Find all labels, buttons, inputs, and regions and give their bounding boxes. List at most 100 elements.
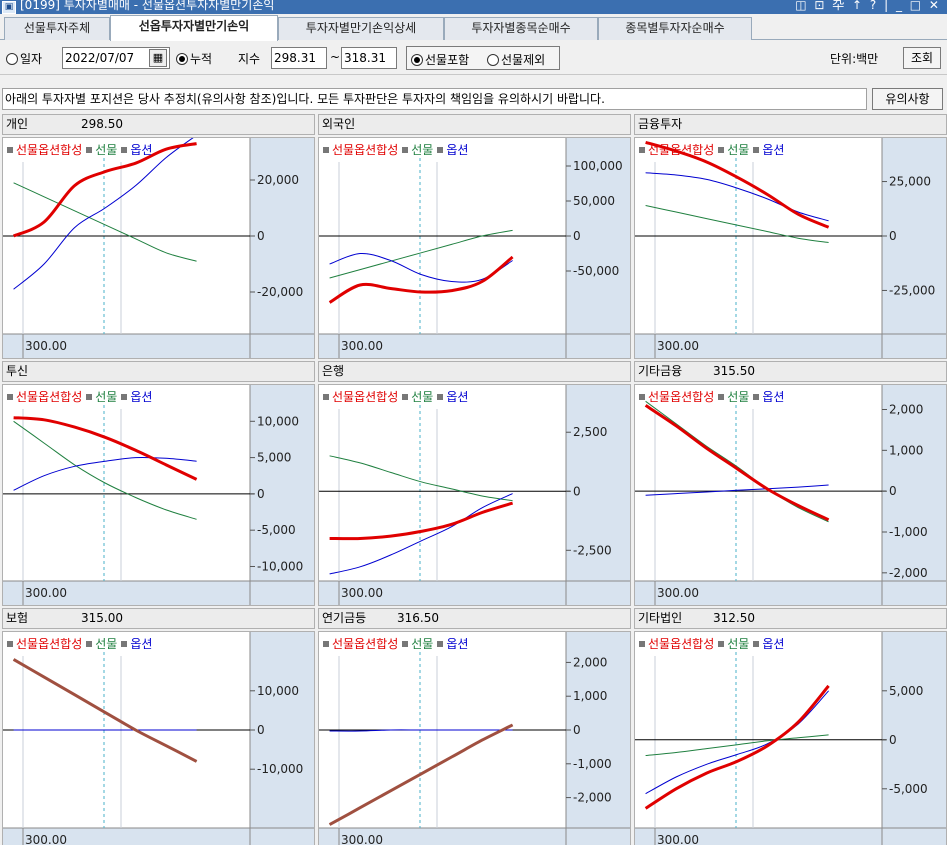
tab-futures-investor[interactable]: 선물투자주체 — [4, 17, 110, 40]
legend-options: 옵션 — [446, 143, 469, 157]
y-axis-area — [250, 632, 314, 845]
investor-panel: 외국인 100,000 50,000 0 -50,000 300.00 선물옵션합성 선물 옵션 — [318, 114, 631, 359]
chart-legend: 선물옵션합성 선물 옵션 — [639, 635, 784, 652]
legend-sum: 선물옵션합성 — [16, 637, 83, 651]
tab-stock-investor-net-buy[interactable]: 종목별투자자순매수 — [598, 17, 752, 40]
y-tick-label: -2,500 — [573, 543, 612, 557]
radio-date[interactable]: 일자 — [6, 50, 42, 67]
panel-header: 은행 — [318, 361, 631, 382]
chart-legend: 선물옵션합성 선물 옵션 — [7, 635, 152, 652]
index-label: 지수 — [238, 52, 261, 66]
legend-futures: 선물 — [411, 637, 434, 651]
investor-name: 개인 — [6, 117, 29, 131]
payoff-chart: 2,000 1,000 0 -1,000 -2,000 300.00 — [635, 385, 946, 605]
x-tick-label: 300.00 — [25, 586, 67, 600]
legend-square-icon — [7, 641, 13, 647]
x-tick-label: 300.00 — [657, 586, 699, 600]
x-tick-label: 300.00 — [341, 339, 383, 353]
tab-investor-stock-net-buy[interactable]: 투자자별종목순매수 — [444, 17, 598, 40]
legend-futures: 선물 — [411, 143, 434, 157]
panel-header: 개인 298.50 — [2, 114, 315, 135]
panel-header: 외국인 — [318, 114, 631, 135]
y-tick-label: -20,000 — [257, 285, 303, 299]
series-options-line — [645, 690, 829, 795]
investor-name: 보험 — [6, 611, 29, 625]
investor-panel: 기타법인 312.50 5,000 0 -5,000 300.00 선물옵션합성 선물 옵션 — [634, 608, 947, 845]
unit-label: 단위:백만 — [830, 52, 879, 66]
radio-include-futures[interactable]: 선물포함 — [411, 51, 469, 68]
y-tick-label: 0 — [889, 229, 897, 243]
series-options-line — [13, 456, 197, 491]
payoff-chart: 2,000 1,000 0 -1,000 -2,000 300.00 — [319, 632, 630, 845]
investor-panel: 연기금등 316.50 2,000 1,000 0 -1,000 -2,000 300.00 선… — [318, 608, 631, 845]
notice-text: 아래의 투자자별 포지션은 당사 추정치(유의사항 참조)입니다. 모든 투자판… — [2, 88, 867, 110]
window-titlebar: ▣ [0199] 투자자별매매 - 선물옵션투자자별만기손익 ◫ ⊡ 卆 ↑ ?… — [0, 0, 947, 14]
radio-exclude-circle[interactable] — [487, 54, 499, 66]
legend-square-icon — [718, 147, 725, 153]
panel-header: 금융투자 — [634, 114, 947, 135]
legend-options: 옵션 — [446, 637, 469, 651]
y-tick-label: 1,000 — [573, 689, 607, 703]
y-tick-label: 2,000 — [573, 655, 607, 669]
legend-futures: 선물 — [411, 390, 434, 404]
legend-square-icon — [121, 147, 128, 153]
y-tick-label: 5,000 — [889, 684, 923, 698]
legend-square-icon — [402, 147, 409, 153]
chart-body: 25,000 0 -25,000 300.00 선물옵션합성 선물 옵션 — [634, 137, 947, 359]
y-tick-label: -10,000 — [257, 762, 303, 776]
radio-include-circle[interactable] — [411, 54, 423, 66]
panel-header: 보험 315.00 — [2, 608, 315, 629]
y-tick-label: -2,000 — [889, 566, 928, 580]
legend-futures: 선물 — [95, 143, 118, 157]
legend-square-icon — [718, 641, 725, 647]
panel-header: 투신 — [2, 361, 315, 382]
investor-panel: 개인 298.50 20,000 0 -20,000 300.00 선물옵션합성 선물 옵션 — [2, 114, 315, 359]
chart-legend: 선물옵션합성 선물 옵션 — [7, 388, 152, 405]
chart-body: 10,000 0 -10,000 300.00 선물옵션합성 선물 옵션 — [2, 631, 315, 845]
investor-name: 금융투자 — [638, 117, 683, 131]
y-tick-label: 20,000 — [257, 173, 299, 187]
panel-header: 기타금융 315.50 — [634, 361, 947, 382]
radio-exclude-label: 선물제외 — [501, 53, 546, 67]
radio-exclude-futures[interactable]: 선물제외 — [487, 51, 545, 68]
investor-panel: 기타금융 315.50 2,000 1,000 0 -1,000 -2,000 300.00 선… — [634, 361, 947, 606]
legend-futures: 선물 — [727, 390, 750, 404]
tab-investor-expiry-detail[interactable]: 투자자별만기손익상세 — [278, 17, 444, 40]
y-axis-area — [250, 138, 314, 358]
index-to-input[interactable]: 318.31 — [341, 47, 397, 69]
radio-date-label: 일자 — [20, 52, 43, 66]
radio-cumulative[interactable]: 누적 — [176, 50, 212, 67]
legend-options: 옵션 — [130, 637, 153, 651]
radio-cumulative-circle[interactable] — [176, 53, 188, 65]
payoff-chart: 2,500 0 -2,500 300.00 — [319, 385, 630, 605]
chart-body: 100,000 50,000 0 -50,000 300.00 선물옵션합성 선물 옵션 — [318, 137, 631, 359]
window-controls[interactable]: ◫ ⊡ 卆 ↑ ? | _ □ ✕ — [795, 0, 941, 13]
date-field[interactable]: 2022/07/07 ▦ — [62, 47, 170, 69]
legend-square-icon — [639, 147, 645, 153]
index-from-input[interactable]: 298.31 — [271, 47, 327, 69]
tab-investor-expiry-pnl[interactable]: 선옵투자자별만기손익 — [110, 15, 278, 41]
legend-sum: 선물옵션합성 — [648, 390, 715, 404]
chart-body: 20,000 0 -20,000 300.00 선물옵션합성 선물 옵션 — [2, 137, 315, 359]
calendar-icon[interactable]: ▦ — [149, 49, 167, 67]
x-tick-label: 300.00 — [25, 339, 67, 353]
y-tick-label: 25,000 — [889, 175, 931, 189]
legend-square-icon — [121, 394, 128, 400]
legend-futures: 선물 — [727, 637, 750, 651]
legend-square-icon — [323, 641, 329, 647]
series-futures-line — [329, 455, 513, 502]
y-axis-area — [882, 138, 946, 358]
legend-sum: 선물옵션합성 — [648, 637, 715, 651]
legend-sum: 선물옵션합성 — [332, 143, 399, 157]
y-tick-label: 0 — [573, 229, 581, 243]
legend-square-icon — [86, 641, 93, 647]
query-button[interactable]: 조회 — [903, 47, 941, 69]
legend-square-icon — [437, 147, 444, 153]
radio-date-circle[interactable] — [6, 53, 18, 65]
y-tick-label: -2,000 — [573, 791, 612, 805]
investor-price: 312.50 — [713, 611, 755, 625]
chart-body: 10,000 5,000 0 -5,000 -10,000 300.00 선물옵션합성 선물 옵… — [2, 384, 315, 606]
series-sum-line — [13, 416, 198, 481]
notice-button[interactable]: 유의사항 — [872, 88, 943, 110]
legend-sum: 선물옵션합성 — [16, 143, 83, 157]
